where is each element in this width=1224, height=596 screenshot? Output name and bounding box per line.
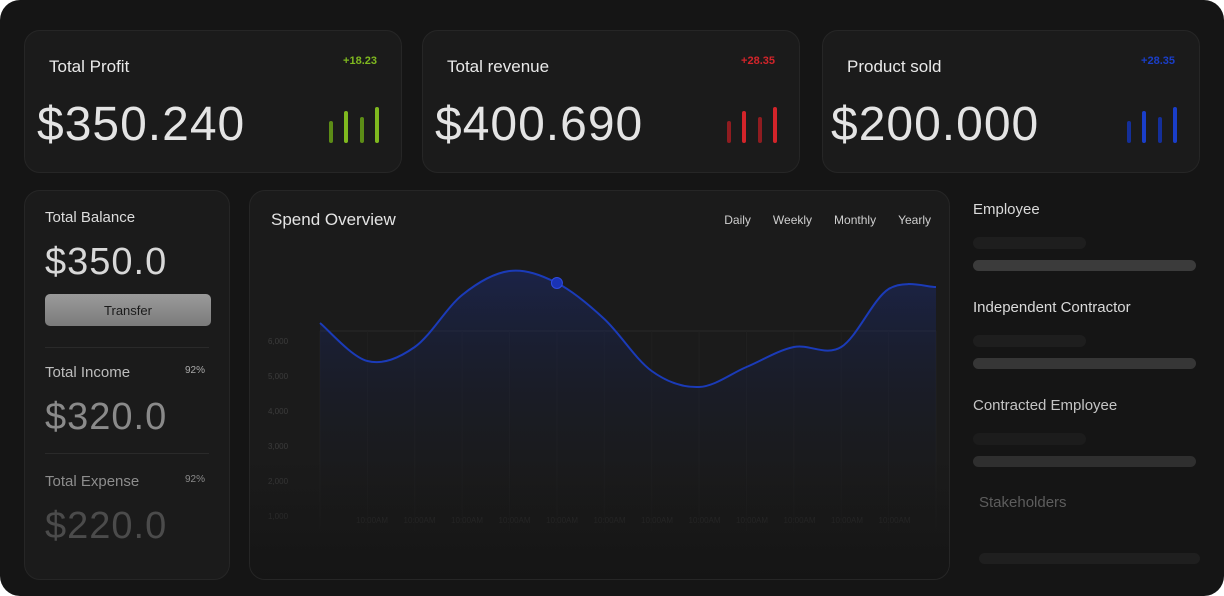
stat-title: Total Profit [49,57,130,76]
y-tick-label: 2,000 [268,477,289,486]
balance-card: Total Balance $350.0 Transfer Total Inco… [24,190,230,580]
total-balance-label: Total Balance [45,209,136,226]
income-percent: 92% [184,365,205,376]
bar-chart-icon [727,107,777,143]
y-tick-label: 6,000 [268,337,289,346]
highlight-point [550,277,563,289]
spend-line-chart: 6,0005,0004,0003,0002,0001,00010:00AM10:… [268,269,937,531]
stat-delta: +18.23 [343,55,377,67]
y-tick-label: 3,000 [268,442,289,451]
divider [45,347,209,348]
skeleton-bar [973,237,1086,249]
panel-item-stakeholders: Stakeholders [979,494,1067,511]
bar-chart-icon [1127,107,1177,143]
stat-delta: +28.35 [741,55,775,67]
total-income-label: Total Income [45,364,131,381]
stat-delta: +28.35 [1141,55,1175,67]
product-sold-card: Product sold +28.35 $200.000 [822,30,1200,173]
skeleton-bar [973,260,1196,271]
spend-overview-card: Spend Overview Daily Weekly Monthly Year… [249,190,950,580]
total-expense-value: $220.0 [45,505,168,547]
skeleton-bar [973,433,1086,445]
area-fill [320,270,936,531]
skeleton-bar [973,456,1196,467]
panel-item-independent-contractor: Independent Contractor [973,299,1131,316]
panel-item-employee: Employee [973,201,1040,218]
total-profit-card: Total Profit +18.23 $350.240 [24,30,402,173]
stat-value: $400.690 [435,98,644,151]
divider [45,453,209,454]
expense-percent: 92% [184,474,205,485]
skeleton-bar [973,335,1086,347]
y-tick-label: 1,000 [268,512,289,521]
dashboard-frame: Total Profit +18.23 $350.240 Total reven… [0,0,1224,596]
transfer-button[interactable]: Transfer [45,294,211,326]
y-tick-label: 4,000 [268,407,289,416]
stat-value: $200.000 [831,98,1040,151]
skeleton-bar [979,553,1200,564]
bar-chart-icon [329,107,379,143]
stat-title: Product sold [847,57,942,76]
total-revenue-card: Total revenue +28.35 $400.690 [422,30,800,173]
total-expense-label: Total Expense [45,473,140,490]
y-tick-label: 5,000 [268,372,289,381]
stat-title: Total revenue [447,57,550,76]
skeleton-bar [973,358,1196,369]
total-income-value: $320.0 [45,396,168,438]
stat-value: $350.240 [37,98,246,151]
panel-item-contracted-employee: Contracted Employee [973,397,1118,414]
total-balance-value: $350.0 [45,241,168,283]
